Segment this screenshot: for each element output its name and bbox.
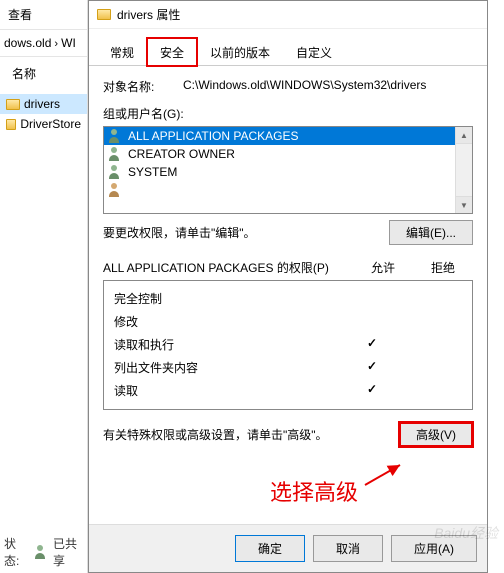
permissions-title: ALL APPLICATION PACKAGES 的权限(P) bbox=[103, 259, 353, 276]
perm-name: 读取 bbox=[114, 382, 342, 399]
titlebar[interactable]: drivers 属性 bbox=[89, 1, 487, 29]
permission-row: 读取 bbox=[114, 379, 462, 402]
tab-general[interactable]: 常规 bbox=[97, 38, 147, 66]
group-item[interactable]: SYSTEM bbox=[104, 163, 455, 181]
group-item[interactable]: CREATOR OWNER bbox=[104, 145, 455, 163]
perm-name: 读取和执行 bbox=[114, 336, 342, 353]
permission-row: 修改 bbox=[114, 310, 462, 333]
tab-strip: 常规 安全 以前的版本 自定义 bbox=[89, 29, 487, 66]
scroll-down[interactable]: ▼ bbox=[456, 196, 472, 213]
object-name-value: C:\Windows.old\WINDOWS\System32\drivers bbox=[183, 78, 473, 95]
perm-deny bbox=[402, 290, 462, 307]
folder-icon bbox=[6, 119, 16, 130]
group-label: CREATOR OWNER bbox=[128, 147, 235, 161]
scrollbar[interactable]: ▲ ▼ bbox=[455, 127, 472, 213]
tab-customize[interactable]: 自定义 bbox=[283, 38, 345, 66]
perm-deny bbox=[402, 382, 462, 399]
permission-row: 列出文件夹内容 bbox=[114, 356, 462, 379]
object-name-label: 对象名称: bbox=[103, 78, 183, 95]
advanced-button[interactable]: 高级(V) bbox=[399, 422, 473, 447]
perm-name: 完全控制 bbox=[114, 290, 342, 307]
perm-allow bbox=[342, 359, 402, 376]
permission-row: 读取和执行 bbox=[114, 333, 462, 356]
group-icon bbox=[108, 165, 124, 179]
scroll-up[interactable]: ▲ bbox=[456, 127, 472, 144]
folder-icon bbox=[97, 9, 111, 20]
view-button[interactable]: 查看 bbox=[8, 8, 32, 22]
user-icon bbox=[108, 183, 124, 197]
group-icon bbox=[108, 129, 124, 143]
perm-allow bbox=[342, 290, 402, 307]
perm-name: 列出文件夹内容 bbox=[114, 359, 342, 376]
ok-button[interactable]: 确定 bbox=[235, 535, 305, 562]
group-item[interactable] bbox=[104, 181, 455, 199]
perm-allow bbox=[342, 382, 402, 399]
tab-content: 对象名称: C:\Windows.old\WINDOWS\System32\dr… bbox=[89, 66, 487, 524]
groups-label: 组或用户名(G): bbox=[103, 105, 473, 122]
apply-button[interactable]: 应用(A) bbox=[391, 535, 477, 562]
groups-listbox[interactable]: ALL APPLICATION PACKAGES CREATOR OWNER S… bbox=[103, 126, 473, 214]
file-list: drivers DriverStore bbox=[0, 90, 87, 138]
properties-dialog: drivers 属性 常规 安全 以前的版本 自定义 对象名称: C:\Wind… bbox=[88, 0, 488, 573]
breadcrumb[interactable]: dows.old › WI bbox=[0, 30, 87, 57]
crumb-1[interactable]: dows.old bbox=[4, 36, 51, 50]
allow-header: 允许 bbox=[353, 259, 413, 276]
edit-button[interactable]: 编辑(E)... bbox=[389, 220, 473, 245]
cancel-button[interactable]: 取消 bbox=[313, 535, 383, 562]
perm-allow bbox=[342, 313, 402, 330]
crumb-2[interactable]: WI bbox=[61, 36, 76, 50]
group-label: SYSTEM bbox=[128, 165, 177, 179]
item-label: drivers bbox=[24, 97, 60, 111]
list-item[interactable]: drivers bbox=[0, 94, 87, 114]
group-icon bbox=[108, 147, 124, 161]
dialog-buttons: 确定 取消 应用(A) bbox=[89, 524, 487, 572]
window-title: drivers 属性 bbox=[117, 6, 180, 23]
group-item[interactable]: ALL APPLICATION PACKAGES bbox=[104, 127, 455, 145]
list-item[interactable]: DriverStore bbox=[0, 114, 87, 134]
status-bar: 状态: 已共享 bbox=[4, 535, 87, 569]
tab-security[interactable]: 安全 bbox=[147, 38, 197, 66]
perm-allow bbox=[342, 336, 402, 353]
perm-deny bbox=[402, 313, 462, 330]
folder-icon bbox=[6, 99, 20, 110]
group-label: ALL APPLICATION PACKAGES bbox=[128, 129, 299, 143]
permission-row: 完全控制 bbox=[114, 287, 462, 310]
advanced-hint: 有关特殊权限或高级设置，请单击"高级"。 bbox=[103, 426, 399, 443]
item-label: DriverStore bbox=[20, 117, 81, 131]
permissions-list: 完全控制修改读取和执行列出文件夹内容读取 bbox=[103, 280, 473, 410]
explorer-toolbar: 查看 bbox=[0, 0, 87, 30]
deny-header: 拒绝 bbox=[413, 259, 473, 276]
explorer-window: 查看 dows.old › WI 名称 drivers DriverStore … bbox=[0, 0, 88, 573]
column-header-name[interactable]: 名称 bbox=[0, 57, 87, 90]
perm-deny bbox=[402, 336, 462, 353]
perm-deny bbox=[402, 359, 462, 376]
shared-icon bbox=[34, 545, 49, 559]
edit-hint: 要更改权限，请单击"编辑"。 bbox=[103, 224, 389, 241]
tab-previous-versions[interactable]: 以前的版本 bbox=[197, 38, 283, 66]
perm-name: 修改 bbox=[114, 313, 342, 330]
